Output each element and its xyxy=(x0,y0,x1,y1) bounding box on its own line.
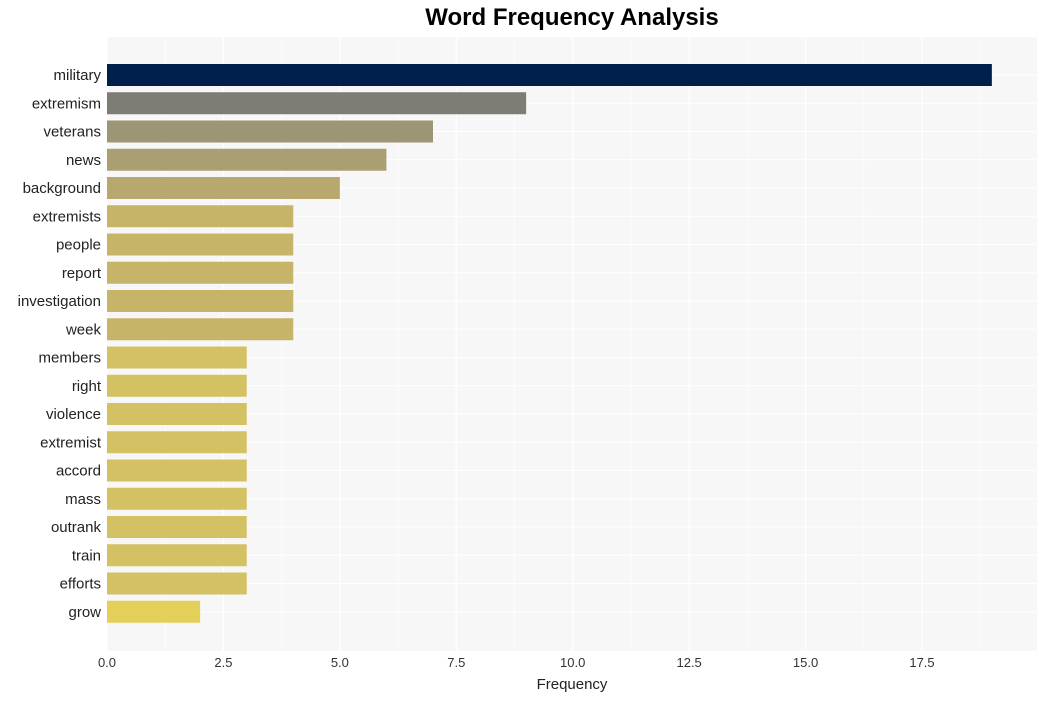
category-label: week xyxy=(65,321,102,338)
category-label: efforts xyxy=(60,576,101,593)
bar-report xyxy=(107,261,294,284)
bar-grow xyxy=(107,600,201,623)
bar-mass xyxy=(107,487,247,510)
category-label: mass xyxy=(65,491,101,508)
bar-news xyxy=(107,148,387,171)
x-tick-label: 7.5 xyxy=(447,655,465,670)
bar-train xyxy=(107,544,247,567)
category-label: extremists xyxy=(33,208,101,225)
category-label: accord xyxy=(56,463,101,480)
bar-people xyxy=(107,233,294,256)
x-tick-label: 10.0 xyxy=(560,655,585,670)
bar-outrank xyxy=(107,516,247,538)
bar-efforts xyxy=(107,572,247,595)
bar-chart: military extremism veterans news background e… xyxy=(18,37,1037,693)
bar-extremists xyxy=(107,205,294,228)
bar-right xyxy=(107,374,247,397)
bar-veterans xyxy=(107,120,433,143)
category-label: veterans xyxy=(43,124,101,141)
category-label: extremism xyxy=(32,95,101,112)
bar-accord xyxy=(107,459,247,482)
category-labels: military extremism veterans news background e… xyxy=(18,67,102,621)
category-label: train xyxy=(72,547,101,564)
category-label: right xyxy=(72,378,102,395)
x-tick-label: 17.5 xyxy=(909,655,934,670)
category-label: violence xyxy=(46,406,101,423)
category-label: outrank xyxy=(51,519,102,536)
category-label: people xyxy=(56,237,101,254)
x-tick-label: 2.5 xyxy=(214,655,232,670)
bar-extremism xyxy=(107,92,527,115)
bar-background xyxy=(107,177,340,199)
bar-violence xyxy=(107,403,247,425)
category-label: extremist xyxy=(40,434,102,451)
x-tick-label: 15.0 xyxy=(793,655,818,670)
x-tick-label: 0.0 xyxy=(98,655,116,670)
bar-military xyxy=(107,64,992,86)
category-label: members xyxy=(38,350,101,367)
category-label: news xyxy=(66,152,101,169)
x-axis-title: Frequency xyxy=(537,676,608,693)
category-label: military xyxy=(54,67,102,84)
bar-week xyxy=(107,318,294,341)
bar-extremist xyxy=(107,431,247,454)
category-label: report xyxy=(62,265,102,282)
bar-investigation xyxy=(107,290,294,312)
category-label: grow xyxy=(68,604,101,621)
bar-members xyxy=(107,346,247,369)
x-tick-labels: 0.0 2.5 5.0 7.5 10.0 12.5 15.0 17.5 xyxy=(98,655,935,670)
category-label: investigation xyxy=(18,293,101,310)
x-tick-label: 12.5 xyxy=(676,655,701,670)
category-label: background xyxy=(23,180,101,197)
x-tick-label: 5.0 xyxy=(331,655,349,670)
